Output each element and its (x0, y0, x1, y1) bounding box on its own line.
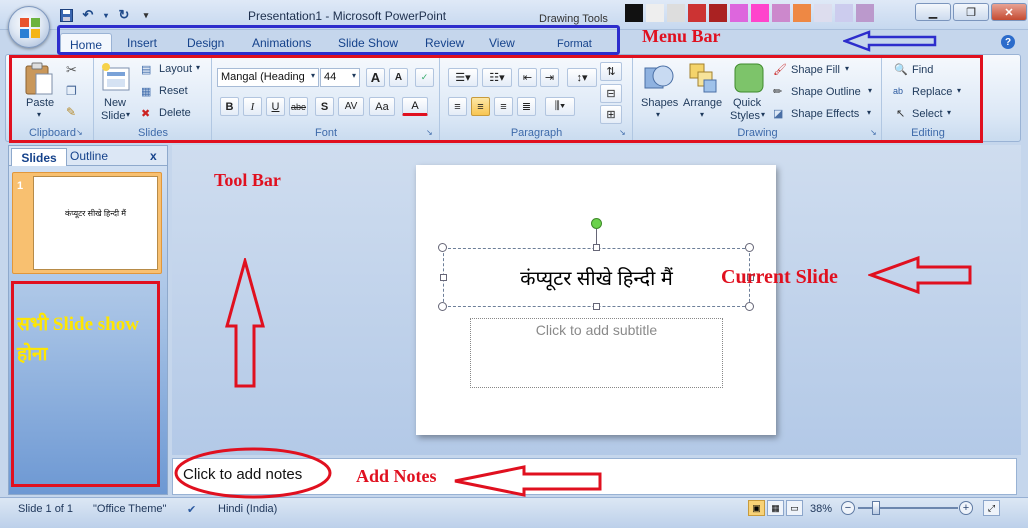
notes-highlight-ellipse (174, 447, 332, 499)
tab-slides[interactable]: Slides (11, 148, 67, 166)
minimize-icon: ▁ (928, 6, 938, 19)
quick-access-toolbar: ↶ ▾ ↻ ▾ (58, 6, 154, 24)
zoom-out-icon[interactable]: − (841, 501, 855, 515)
resize-handle-left[interactable] (440, 274, 447, 281)
zoom-slider-thumb[interactable] (872, 501, 880, 515)
tool-bar-annotation: Tool Bar (214, 170, 281, 190)
customize-qat-icon[interactable]: ▾ (138, 7, 154, 23)
menu-bar-highlight (57, 25, 620, 55)
resize-handle-bottom-right[interactable] (745, 302, 754, 311)
window-controls: ▁ ❐ ✕ (915, 3, 1027, 21)
slide-thumbnail[interactable] (33, 176, 158, 270)
background-color-strip (625, 4, 874, 22)
resize-handle-bottom-left[interactable] (438, 302, 447, 311)
spell-check-icon[interactable]: ✔ (187, 503, 196, 516)
tab-outline[interactable]: Outline (70, 149, 108, 163)
slide-show-annotation-2: होना (17, 344, 48, 365)
close-button[interactable]: ✕ (991, 3, 1027, 21)
slide-show-view-icon[interactable]: ▭ (786, 500, 803, 516)
menu-bar-arrow (843, 30, 937, 52)
undo-dropdown-icon[interactable]: ▾ (102, 7, 110, 23)
pane-close-icon[interactable]: x (150, 149, 157, 163)
context-tab-group-label: Drawing Tools (539, 13, 608, 25)
current-slide-arrow (868, 255, 972, 295)
resize-handle-top-right[interactable] (745, 243, 754, 252)
language-indicator[interactable]: Hindi (India) (218, 503, 277, 515)
resize-handle-top-left[interactable] (438, 243, 447, 252)
fit-to-window-icon[interactable]: ⤢ (983, 500, 1000, 516)
theme-name: "Office Theme" (93, 503, 167, 515)
slide-thumbnail-number: 1 (17, 180, 24, 192)
add-notes-arrow (454, 465, 602, 497)
zoom-in-icon[interactable]: + (959, 501, 973, 515)
zoom-level[interactable]: 38% (810, 503, 832, 515)
window-title: Presentation1 - Microsoft PowerPoint (248, 9, 447, 23)
toolbar-highlight (9, 55, 983, 143)
resize-handle-top[interactable] (593, 244, 600, 251)
menu-bar-annotation: Menu Bar (642, 26, 721, 46)
help-icon[interactable]: ? (1001, 35, 1015, 49)
maximize-icon: ❐ (966, 6, 976, 19)
slide-title-text[interactable]: कंप्यूटर सीखे हिन्दी मैं (443, 264, 750, 291)
save-icon[interactable] (58, 7, 74, 23)
subtitle-placeholder-text[interactable]: Click to add subtitle (470, 322, 723, 338)
current-slide-annotation: Current Slide (721, 266, 838, 288)
slide-show-annotation-1: सभी Slide show (17, 314, 139, 335)
undo-icon[interactable]: ↶ (80, 7, 96, 23)
slide-thumbnail-text: कंप्यूटर सीखे हिन्दी मैं (64, 209, 127, 218)
close-icon: ✕ (1004, 6, 1014, 19)
slide-count: Slide 1 of 1 (18, 503, 74, 515)
rotation-handle[interactable] (591, 218, 602, 229)
slide-sorter-icon[interactable]: ▦ (767, 500, 784, 516)
office-logo-icon (20, 18, 40, 38)
office-button[interactable] (8, 6, 50, 48)
resize-handle-bottom[interactable] (593, 303, 600, 310)
minimize-button[interactable]: ▁ (915, 3, 951, 21)
normal-view-icon[interactable]: ▣ (748, 500, 765, 516)
redo-icon[interactable]: ↻ (116, 7, 132, 23)
toolbar-arrow (225, 258, 265, 388)
add-notes-annotation: Add Notes (356, 466, 437, 486)
maximize-button[interactable]: ❐ (953, 3, 989, 21)
